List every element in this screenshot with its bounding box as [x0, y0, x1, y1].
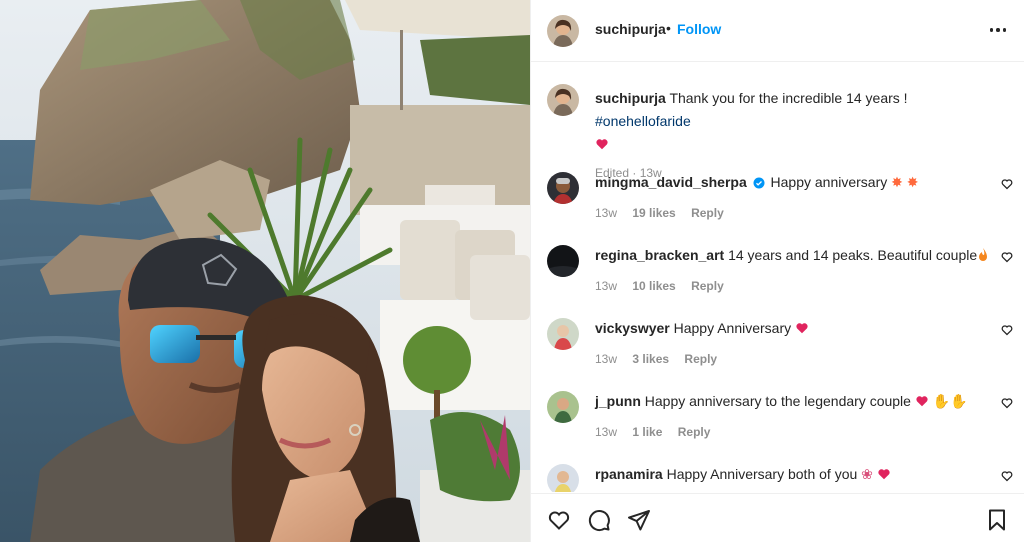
comment-text: Happy Anniversary both of you [666, 466, 858, 482]
comment-like-heart-icon[interactable] [1001, 178, 1013, 190]
instagram-post: suchipurja • Follow suchipurja Thank you… [0, 0, 1024, 542]
comment-like-heart-icon[interactable] [1001, 251, 1013, 263]
red-heart-icon [596, 139, 608, 150]
raised-hands-emoji-icon: ✋✋ [932, 393, 968, 409]
post-side-panel: suchipurja • Follow suchipurja Thank you… [530, 0, 1024, 542]
comment-like-heart-icon[interactable] [1001, 470, 1013, 482]
avatar[interactable] [547, 464, 579, 492]
post-author-username[interactable]: suchipurja [595, 21, 666, 37]
comment-time: 13w [595, 425, 618, 439]
avatar[interactable] [547, 391, 579, 423]
red-heart-icon [916, 396, 928, 407]
comment-item: rpanamira Happy Anniversary both of you … [547, 464, 1013, 492]
comment-likes[interactable]: 10 likes [632, 279, 675, 293]
heart-icon[interactable] [547, 508, 571, 532]
comment-item: mingma_david_sherpa Happy anniversary ✸ … [547, 172, 1013, 232]
comment-item: regina_bracken_art 14 years and 14 peaks… [547, 245, 1013, 305]
bookmark-icon[interactable] [985, 508, 1009, 532]
reply-button[interactable]: Reply [691, 279, 724, 293]
avatar[interactable] [547, 15, 579, 47]
comment-line: vickyswyer Happy Anniversary [595, 320, 809, 336]
post-actions-bar [531, 493, 1024, 542]
collision-emoji-icon: ✸ ✸ [891, 174, 919, 190]
comment-meta: 13w 10 likes Reply [595, 279, 724, 293]
avatar[interactable] [547, 245, 579, 277]
comment-text: Happy anniversary [770, 174, 888, 190]
caption-text: Thank you for the incredible 14 years ! [669, 90, 908, 106]
caption-text-block: suchipurja Thank you for the incredible … [595, 87, 995, 185]
comment-text: 14 years and 14 peaks. Beautiful couple [728, 247, 978, 263]
comment-item: vickyswyer Happy Anniversary 13w 3 likes… [547, 318, 1013, 378]
separator-dot: • [666, 20, 671, 36]
comment-meta: 13w 19 likes Reply [595, 206, 724, 220]
post-header: suchipurja • Follow [531, 0, 1024, 62]
share-icon[interactable] [627, 508, 651, 532]
comments-list[interactable]: suchipurja Thank you for the incredible … [531, 62, 1024, 492]
more-options-icon[interactable] [987, 19, 1009, 41]
comment-time: 13w [595, 206, 618, 220]
avatar[interactable] [547, 84, 579, 116]
bouquet-emoji-icon: ❀ [861, 466, 873, 482]
red-heart-icon [796, 323, 808, 334]
comment-line: j_punn Happy anniversary to the legendar… [595, 393, 968, 410]
comment-username[interactable]: vickyswyer [595, 320, 670, 336]
post-image [0, 0, 530, 542]
comment-likes[interactable]: 1 like [632, 425, 662, 439]
reply-button[interactable]: Reply [691, 206, 724, 220]
comment-time: 13w [595, 279, 618, 293]
red-heart-icon [878, 469, 890, 480]
comment-username[interactable]: j_punn [595, 393, 641, 409]
avatar[interactable] [547, 172, 579, 204]
comment-username[interactable]: mingma_david_sherpa [595, 174, 747, 190]
comment-text: Happy anniversary to the legendary coupl… [644, 393, 911, 409]
avatar[interactable] [547, 318, 579, 350]
comment-username[interactable]: rpanamira [595, 466, 663, 482]
verified-badge-icon [753, 177, 765, 189]
comment-like-heart-icon[interactable] [1001, 397, 1013, 409]
caption-hashtag[interactable]: #onehellofaride [595, 113, 691, 129]
post-photo[interactable] [0, 0, 530, 542]
comment-like-heart-icon[interactable] [1001, 324, 1013, 336]
comment-likes[interactable]: 19 likes [632, 206, 675, 220]
comment-meta: 13w 3 likes Reply [595, 352, 717, 366]
comment-username[interactable]: regina_bracken_art [595, 247, 724, 263]
caption-username[interactable]: suchipurja [595, 90, 666, 106]
comment-line: regina_bracken_art 14 years and 14 peaks… [595, 247, 989, 263]
reply-button[interactable]: Reply [678, 425, 711, 439]
comment-line: rpanamira Happy Anniversary both of you … [595, 466, 891, 483]
comment-line: mingma_david_sherpa Happy anniversary ✸ … [595, 174, 919, 191]
comment-text: Happy Anniversary [673, 320, 792, 336]
comment-item: j_punn Happy anniversary to the legendar… [547, 391, 1013, 451]
comment-likes[interactable]: 3 likes [632, 352, 669, 366]
comment-icon[interactable] [587, 508, 611, 532]
reply-button[interactable]: Reply [684, 352, 717, 366]
comment-time: 13w [595, 352, 618, 366]
fire-emoji-icon [979, 248, 988, 261]
comment-meta: 13w 1 like Reply [595, 425, 710, 439]
follow-button[interactable]: Follow [677, 21, 721, 37]
